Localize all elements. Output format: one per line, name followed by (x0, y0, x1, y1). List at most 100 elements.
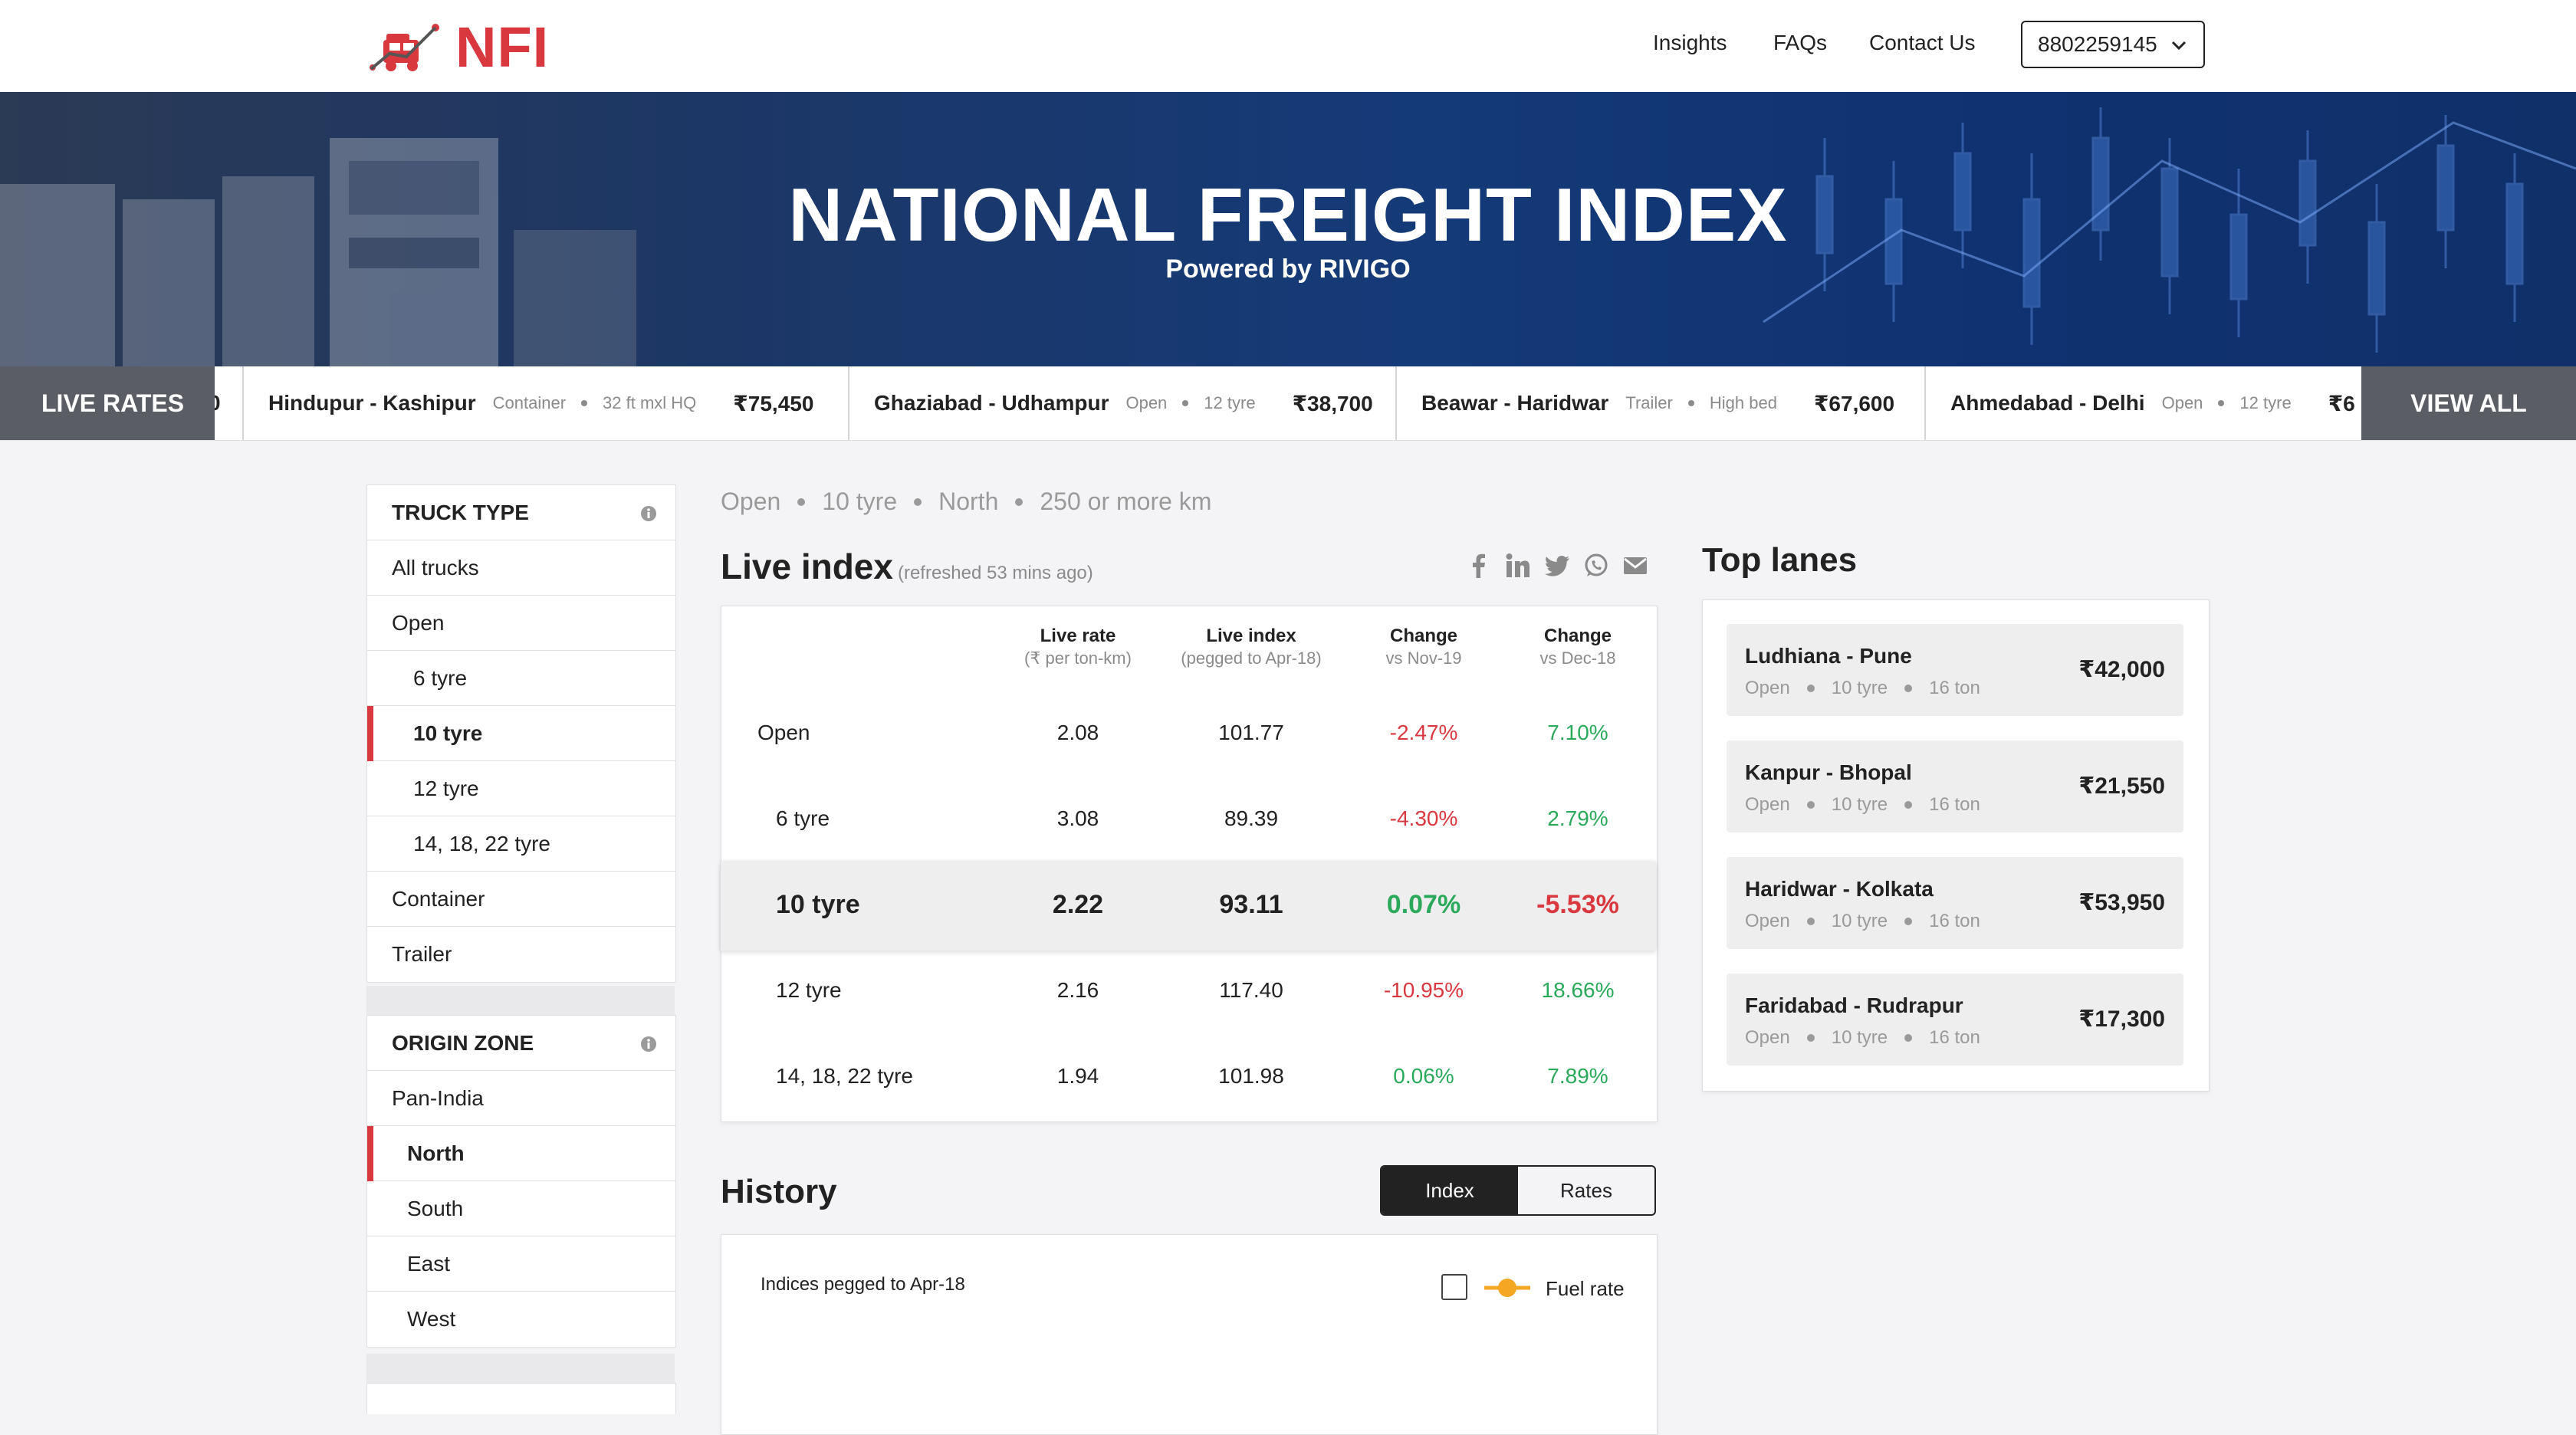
hero-title: NATIONAL FREIGHT INDEX (788, 172, 1788, 257)
top-lane-item[interactable]: Haridwar - Kolkata Open 10 tyre 16 ton ₹… (1727, 857, 2183, 949)
separator-dot-icon (1806, 1034, 1815, 1042)
fuel-rate-label: Fuel rate (1546, 1277, 1625, 1300)
column-sublabel: (₹ per ton-km) (1024, 649, 1132, 668)
nfi-logo[interactable]: NFI (366, 15, 549, 79)
history-title: History (721, 1173, 837, 1210)
fuel-rate-legend-icon (1484, 1279, 1530, 1297)
separator-dot-icon (1806, 685, 1815, 692)
row-name: 10 tyre (776, 890, 860, 919)
truck-option-10-tyre[interactable]: 10 tyre (367, 706, 675, 761)
nav-insights[interactable]: Insights (1653, 31, 1727, 55)
live-index-value: 101.77 (1218, 721, 1284, 744)
truck-option-6-tyre[interactable]: 6 tyre (367, 651, 675, 706)
history-view-toggle: Index Rates (1380, 1165, 1656, 1216)
ticker-price: ₹38,700 (1292, 391, 1373, 415)
top-lane-item[interactable]: Faridabad - Rudrapur Open 10 tyre 16 ton… (1727, 974, 2183, 1066)
zone-option-west[interactable]: West (367, 1292, 675, 1347)
col-header-live-index: Live index (pegged to Apr-18) (1159, 626, 1343, 668)
hero-banner: NATIONAL FREIGHT INDEX Powered by RIVIGO (0, 92, 2576, 366)
ticker-track: 0 Hindupur - Kashipur Container 32 ft mx… (215, 366, 2361, 440)
lane-capacity: 16 ton (1929, 1027, 1980, 1048)
history-chart-card (721, 1234, 1658, 1435)
truck-option-12-tyre[interactable]: 12 tyre (367, 761, 675, 816)
zone-option-north[interactable]: North (367, 1126, 675, 1181)
whatsapp-icon[interactable] (1582, 552, 1610, 580)
col-header-change-nov19: Change vs Nov-19 (1347, 626, 1500, 668)
separator-dot-icon (1687, 400, 1694, 406)
zone-option-pan-india[interactable]: Pan-India (367, 1071, 675, 1126)
separator-dot-icon (581, 400, 588, 406)
ticker-spec: High bed (1709, 393, 1777, 412)
ticker-price: ₹67,600 (1813, 391, 1895, 415)
fuel-rate-checkbox[interactable] (1441, 1274, 1467, 1300)
live-rate-value: 1.94 (1056, 1064, 1099, 1088)
lane-truck-type: Open (1745, 678, 1790, 698)
nav-faqs[interactable]: FAQs (1773, 31, 1827, 55)
truck-option-open[interactable]: Open (367, 596, 675, 651)
live-index-heading: Live index (refreshed 53 mins ago) (721, 546, 1093, 587)
change-nov19-value: -4.30% (1389, 806, 1458, 830)
lane-capacity: 16 ton (1929, 794, 1980, 815)
row-name: 6 tyre (776, 806, 830, 830)
info-icon[interactable] (640, 505, 657, 522)
column-label: Live rate (1040, 626, 1116, 646)
hero-subtitle: Powered by RIVIGO (1165, 254, 1411, 284)
lane-price: ₹17,300 (2078, 1006, 2165, 1032)
lane-tyre: 10 tyre (1831, 678, 1888, 698)
toggle-rates[interactable]: Rates (1518, 1167, 1654, 1214)
breadcrumb: Open 10 tyre North 250 or more km (721, 488, 1211, 516)
facebook-icon[interactable] (1465, 552, 1493, 580)
separator-dot-icon (797, 497, 806, 506)
email-icon[interactable] (1622, 552, 1649, 580)
twitter-icon[interactable] (1543, 552, 1571, 580)
change-dec18-value: 2.79% (1547, 806, 1608, 830)
column-label: Change (1543, 626, 1612, 646)
live-rates-label: LIVE RATES (0, 366, 215, 440)
change-nov19-value: 0.06% (1393, 1064, 1454, 1088)
view-all-button[interactable]: VIEW ALL (2361, 366, 2576, 440)
separator-dot-icon (1904, 918, 1913, 925)
ticker-type: Container (492, 393, 567, 412)
live-rates-ticker: 0 Hindupur - Kashipur Container 32 ft mx… (0, 366, 2576, 441)
lane-truck-type: Open (1745, 794, 1790, 815)
breadcrumb-item: Open (721, 488, 781, 515)
toggle-index[interactable]: Index (1382, 1167, 1518, 1214)
linkedin-icon[interactable] (1504, 552, 1532, 580)
live-index-value: 101.98 (1218, 1064, 1284, 1088)
top-lane-item[interactable]: Kanpur - Bhopal Open 10 tyre 16 ton ₹21,… (1727, 740, 2183, 832)
truck-type-title: TRUCK TYPE (392, 500, 529, 524)
ticker-price: ₹75,450 (733, 391, 814, 415)
truck-option-container[interactable]: Container (367, 872, 675, 927)
zone-option-east[interactable]: East (367, 1236, 675, 1292)
truck-option-all[interactable]: All trucks (367, 540, 675, 596)
separator-dot-icon (1015, 497, 1024, 506)
ticker-item[interactable]: Ahmedabad - Delhi Open 12 tyre ₹6 (1924, 366, 2355, 440)
zone-option-south[interactable]: South (367, 1181, 675, 1236)
ticker-lane: Ghaziabad - Udhampur (874, 391, 1109, 415)
origin-zone-heading: ORIGIN ZONE (367, 1016, 675, 1071)
ticker-lane: Ahmedabad - Delhi (1950, 391, 2145, 415)
lane-tyre: 10 tyre (1831, 911, 1888, 931)
next-filter-panel (366, 1383, 676, 1414)
refresh-time: (refreshed 53 mins ago) (897, 563, 1093, 583)
separator-dot-icon (914, 497, 922, 506)
separator-dot-icon (2218, 400, 2225, 406)
nav-contact-us[interactable]: Contact Us (1869, 31, 1976, 55)
change-dec18-value: 18.66% (1541, 978, 1615, 1002)
top-lane-item[interactable]: Ludhiana - Pune Open 10 tyre 16 ton ₹42,… (1727, 624, 2183, 716)
change-dec18-value: -5.53% (1536, 890, 1619, 919)
col-header-change-dec18: Change vs Dec-18 (1501, 626, 1654, 668)
ticker-item[interactable]: Beawar - Haridwar Trailer High bed ₹67,6… (1395, 366, 1894, 440)
lane-meta: Open 10 tyre 16 ton (1745, 678, 1980, 699)
truck-option-trailer[interactable]: Trailer (367, 927, 675, 982)
separator-dot-icon (1904, 1034, 1913, 1042)
separator-dot-icon (1182, 400, 1189, 406)
phone-number-dropdown[interactable]: 8802259145 (2021, 21, 2205, 68)
ticker-item[interactable]: Hindupur - Kashipur Container 32 ft mxl … (242, 366, 813, 440)
truck-option-14-18-22-tyre[interactable]: 14, 18, 22 tyre (367, 816, 675, 872)
row-name: 12 tyre (776, 978, 842, 1002)
lane-truck-type: Open (1745, 1027, 1790, 1048)
ticker-item[interactable]: Ghaziabad - Udhampur Open 12 tyre ₹38,70… (848, 366, 1373, 440)
info-icon[interactable] (640, 1036, 657, 1052)
ticker-lane: Hindupur - Kashipur (268, 391, 476, 415)
